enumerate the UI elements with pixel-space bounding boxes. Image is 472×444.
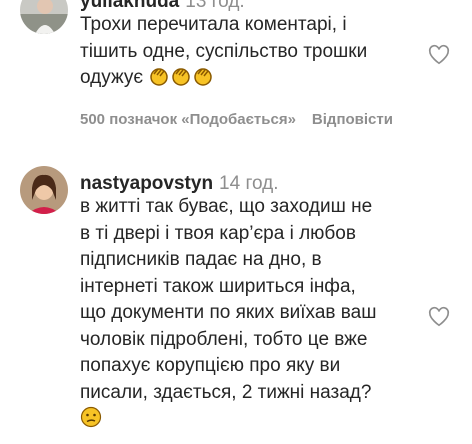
comment-text-line: в житті так буває, що заходиш не xyxy=(80,196,373,217)
comment-text-line: чоловік підроблені, тобто це вже xyxy=(80,328,368,350)
comment-item: nastyapovstyn 14 год. в житті так буває, … xyxy=(0,160,472,444)
username[interactable]: nastyapovstyn xyxy=(80,173,213,194)
likes-count-link[interactable]: 500 позначок «Подобається» xyxy=(80,111,296,128)
comment-text: Трохи перечитала коментарі, і тішить одн… xyxy=(80,12,420,96)
comment-text-line: попахує корупцією про яку ви xyxy=(80,355,341,376)
clap-emoji xyxy=(192,65,214,96)
comment-text-line: що документи по яких виїхав ваш xyxy=(80,302,377,323)
avatar[interactable] xyxy=(20,166,68,214)
clap-emoji xyxy=(170,65,192,96)
timestamp: 14 год. xyxy=(219,173,279,194)
comment-text-line: писали, здається, 2 тижні назад? xyxy=(80,381,372,403)
avatar[interactable] xyxy=(20,0,68,34)
comment-text: в житті так буває, що заходиш не в ті дв… xyxy=(80,194,420,437)
comment-text-line xyxy=(80,406,420,437)
reply-button[interactable]: Відповісти xyxy=(312,111,393,128)
heart-outline-icon[interactable] xyxy=(428,306,450,328)
timestamp: 13 год. xyxy=(185,0,245,12)
confused-face-emoji xyxy=(80,406,102,437)
comment-text-line: одужує xyxy=(80,65,420,96)
clap-emoji xyxy=(148,65,170,96)
comment-text-line: в ті двері і твоя кар’єра і любов xyxy=(80,222,356,244)
comment-header: nastyapovstyn 14 год. xyxy=(80,172,279,196)
comment-item: yuliakhuda 13 год. Трохи перечитала комен… xyxy=(0,0,472,150)
comment-text-line: тішить одне, суспільство трошки xyxy=(80,40,368,62)
comment-text-line: підписників падає на дно, в xyxy=(80,249,322,270)
comment-text-line: інтернеті також шириться інфа, xyxy=(80,275,356,297)
comment-text-line: Трохи перечитала коментарі, і xyxy=(80,14,347,35)
username[interactable]: yuliakhuda xyxy=(80,0,179,12)
comment-text-fragment: одужує xyxy=(80,67,144,88)
comment-actions: 500 позначок «Подобається» Відповісти xyxy=(80,111,409,128)
heart-outline-icon[interactable] xyxy=(428,44,450,66)
